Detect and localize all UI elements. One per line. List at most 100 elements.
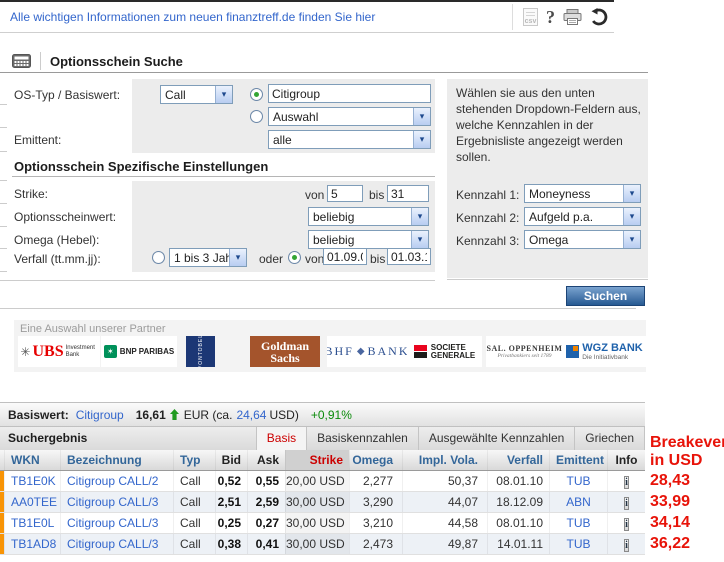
cell-bezeichnung[interactable]: Citigroup CALL/3: [60, 492, 173, 512]
bhf-wordmark: BHF: [327, 344, 354, 359]
csv-export-icon[interactable]: csv: [523, 8, 538, 26]
cell-wkn[interactable]: TB1E0L: [4, 513, 60, 533]
cell-wkn[interactable]: TB1E0K: [4, 471, 60, 491]
os-typ-select[interactable]: Call ▾: [160, 85, 233, 104]
tab-basis[interactable]: Basis: [256, 427, 306, 450]
col-header-wkn[interactable]: WKN: [4, 450, 60, 470]
partner-logo-wgz-bank[interactable]: WGZ BANK Die Initiativbank: [563, 336, 646, 367]
basiswert-price: 16,61: [136, 408, 166, 422]
chevron-down-icon: ▾: [623, 231, 640, 248]
basiswert-input[interactable]: [268, 84, 431, 103]
col-header-emittent[interactable]: Emittent: [549, 450, 607, 470]
partner-logo-sal-oppenheim[interactable]: SAL. OPPENHEIM Privatbankiers seit 1789: [486, 336, 563, 367]
societe-generale-flag-icon: [414, 345, 427, 358]
col-header-strike[interactable]: Strike: [285, 450, 349, 470]
cell-emittent[interactable]: TUB: [549, 471, 607, 491]
label-emittent: Emittent:: [14, 133, 61, 147]
cell-strike: 20,00 USD: [285, 471, 349, 491]
cell-ask: 0,55: [247, 471, 285, 491]
basiswert-bar: Basiswert: Citigroup 16,61 EUR (ca. 24,6…: [0, 402, 645, 427]
info-icon[interactable]: i: [624, 539, 629, 552]
col-header-verfall[interactable]: Verfall: [487, 450, 549, 470]
label-von: von: [305, 188, 324, 202]
cell-verfall: 08.01.10: [487, 471, 549, 491]
section-title-specific-settings: Optionsschein Spezifische Einstellungen: [14, 159, 268, 174]
results-table-header: WKN Bezeichnung Typ Bid Ask Strike Omega…: [0, 450, 645, 471]
kennzahl-1-select[interactable]: Moneyness ▾: [524, 184, 641, 203]
ubs-keys-icon: ✳: [20, 345, 30, 359]
col-header-omega[interactable]: Omega: [349, 450, 402, 470]
bhf-bank-label: BANK: [368, 344, 407, 359]
info-icon[interactable]: i: [624, 476, 629, 489]
verfall-period-select[interactable]: 1 bis 3 Jahr ▾: [169, 248, 247, 267]
os-typ-select-value: Call: [161, 86, 215, 103]
label-kennzahl-1: Kennzahl 1:: [456, 188, 519, 202]
info-banner-link[interactable]: Alle wichtigen Informationen zum neuen f…: [10, 10, 375, 24]
optionsscheinwert-select[interactable]: beliebig ▾: [308, 207, 429, 226]
chevron-down-icon: ▾: [411, 208, 428, 225]
row-tick: [0, 127, 7, 128]
cell-bezeichnung[interactable]: Citigroup CALL/2: [60, 471, 173, 491]
emittent-select-value: alle: [269, 131, 413, 148]
calculator-icon: [12, 54, 31, 68]
cell-wkn[interactable]: TB1AD8: [4, 534, 60, 554]
chevron-down-icon: ▾: [411, 231, 428, 248]
cell-wkn[interactable]: AA0TEE: [4, 492, 60, 512]
cell-bezeichnung[interactable]: Citigroup CALL/3: [60, 513, 173, 533]
col-header-bid[interactable]: Bid: [215, 450, 247, 470]
tab-griechen[interactable]: Griechen: [574, 427, 645, 450]
partner-logo-bnp-paribas[interactable]: ✶ BNP PARIBAS: [101, 336, 177, 367]
label-os-typ: OS-Typ / Basiswert:: [14, 88, 120, 102]
cell-bezeichnung[interactable]: Citigroup CALL/3: [60, 534, 173, 554]
auswahl-select[interactable]: Auswahl ▾: [268, 107, 431, 126]
partner-logo-vontobel[interactable]: VONTOBEL: [186, 336, 215, 367]
col-header-ask[interactable]: Ask: [247, 450, 285, 470]
suchen-button[interactable]: Suchen: [566, 286, 645, 306]
cell-emittent[interactable]: ABN: [549, 492, 607, 512]
chevron-down-icon: ▾: [413, 108, 430, 125]
kennzahl-2-select[interactable]: Aufgeld p.a. ▾: [524, 207, 641, 226]
col-header-bezeichnung[interactable]: Bezeichnung: [60, 450, 173, 470]
wgz-sub-label: Die Initiativbank: [582, 354, 628, 361]
chevron-down-icon: ▾: [413, 131, 430, 148]
partner-logo-societe-generale[interactable]: SOCIETEGENERALE: [407, 336, 482, 367]
table-row[interactable]: TB1E0L Citigroup CALL/3 Call 0,25 0,27 3…: [0, 513, 645, 534]
label-verfall-bis: bis: [370, 252, 385, 266]
top-bar: Alle wichtigen Informationen zum neuen f…: [0, 2, 614, 33]
help-icon[interactable]: ?: [546, 8, 555, 26]
print-icon[interactable]: [563, 9, 582, 25]
info-icon[interactable]: i: [624, 518, 629, 531]
cell-emittent[interactable]: TUB: [549, 513, 607, 533]
col-header-impl-vola[interactable]: Impl. Vola.: [402, 450, 487, 470]
tab-basiskennzahlen[interactable]: Basiskennzahlen: [306, 427, 418, 450]
kennzahl-3-select[interactable]: Omega ▾: [524, 230, 641, 249]
basiswert-link[interactable]: Citigroup: [76, 408, 124, 422]
sal-oppenheim-wordmark: SAL. OPPENHEIM: [487, 344, 563, 353]
omega-select-value: beliebig: [309, 231, 411, 248]
verfall-period-select-value: 1 bis 3 Jahr: [170, 249, 229, 266]
strike-von-input[interactable]: [327, 185, 363, 202]
verfall-period-radio[interactable]: [152, 251, 165, 264]
table-row[interactable]: AA0TEE Citigroup CALL/3 Call 2,51 2,59 3…: [0, 492, 645, 513]
info-icon[interactable]: i: [624, 497, 629, 510]
cell-bid: 0,38: [215, 534, 247, 554]
verfall-bis-input[interactable]: [387, 248, 431, 265]
basiswert-text-radio[interactable]: [250, 88, 263, 101]
partner-logo-bhf-bank[interactable]: BHF ◆ BANK: [327, 336, 407, 367]
partner-logo-goldman-sachs[interactable]: Goldman Sachs: [250, 336, 320, 367]
partner-logo-ubs[interactable]: ✳ UBS Investment Bank: [18, 336, 100, 367]
tab-ausgewaehlte-kennzahlen[interactable]: Ausgewählte Kennzahlen: [418, 427, 574, 450]
emittent-select[interactable]: alle ▾: [268, 130, 431, 149]
cell-emittent[interactable]: TUB: [549, 534, 607, 554]
verfall-von-input[interactable]: [323, 248, 367, 265]
sal-oppenheim-sub-label: Privatbankiers seit 1789: [497, 353, 551, 359]
strike-bis-input[interactable]: [387, 185, 429, 202]
table-row[interactable]: TB1AD8 Citigroup CALL/3 Call 0,38 0,41 3…: [0, 534, 645, 555]
table-row[interactable]: TB1E0K Citigroup CALL/2 Call 0,52 0,55 2…: [0, 471, 645, 492]
omega-select[interactable]: beliebig ▾: [308, 230, 429, 249]
col-header-typ[interactable]: Typ: [173, 450, 215, 470]
refresh-icon[interactable]: [590, 8, 608, 26]
basiswert-auswahl-radio[interactable]: [250, 110, 263, 123]
verfall-range-radio[interactable]: [288, 251, 301, 264]
annotation-value: 28,43: [650, 470, 690, 491]
